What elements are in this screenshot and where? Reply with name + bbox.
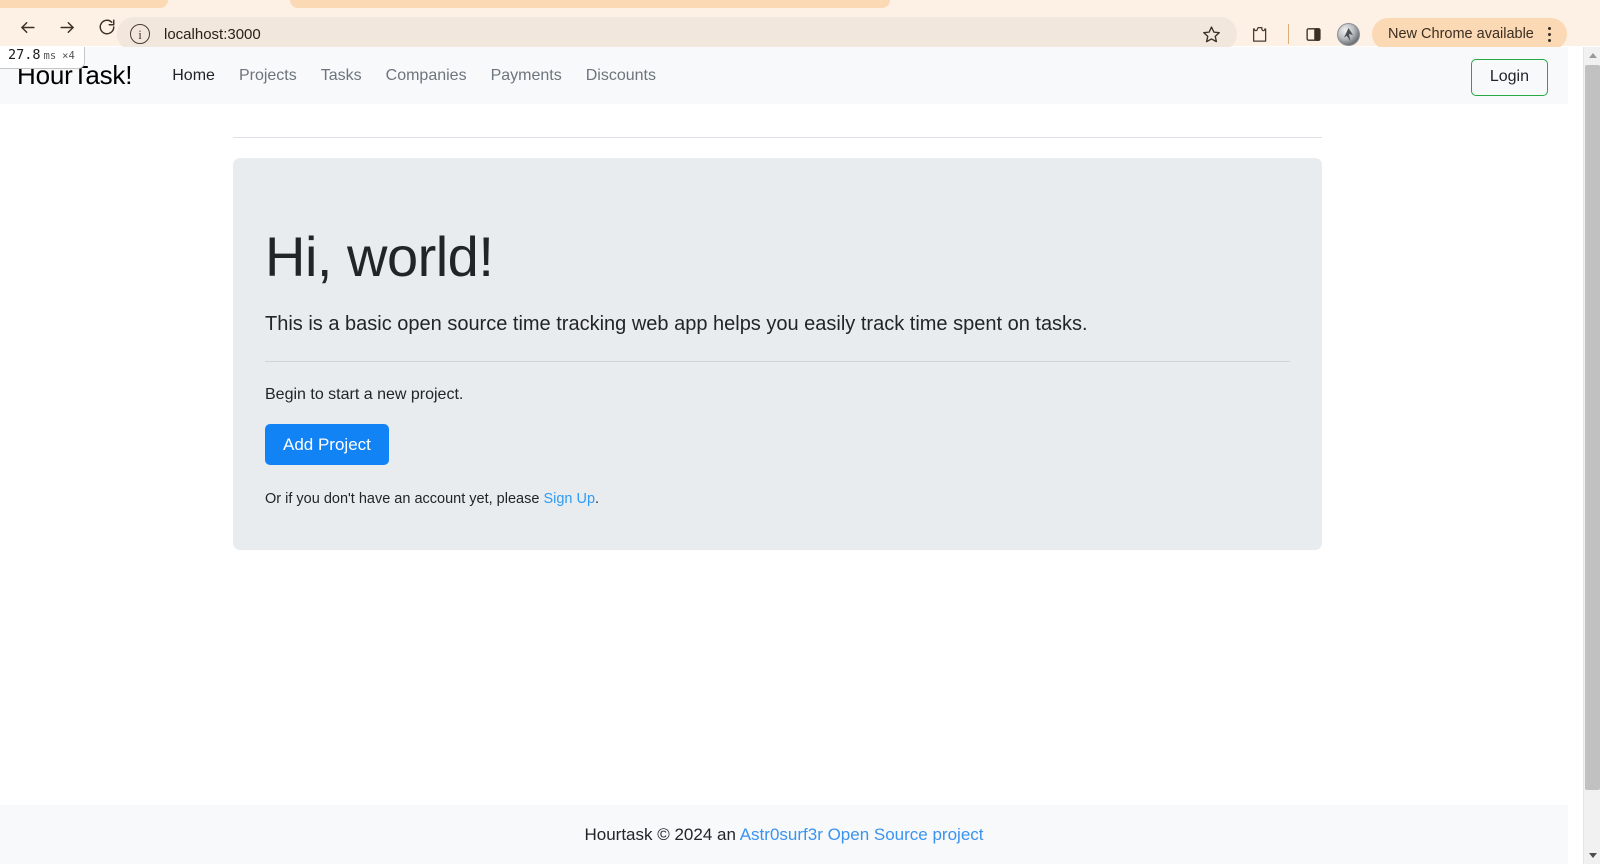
profile-avatar-icon[interactable] <box>1337 23 1360 46</box>
hero-jumbotron: Hi, world! This is a basic open source t… <box>233 158 1322 550</box>
login-button[interactable]: Login <box>1470 59 1548 96</box>
signup-prompt: Or if you don't have an account yet, ple… <box>265 491 1290 507</box>
nav-item-home[interactable]: Home <box>160 67 227 85</box>
star-icon[interactable] <box>1190 17 1232 51</box>
scroll-up-arrow-icon[interactable] <box>1584 47 1600 64</box>
site-footer: Hourtask © 2024 an Astr0surf3r Open Sour… <box>0 805 1568 864</box>
page-viewport: HourTask! Home Projects Tasks Companies … <box>0 47 1568 864</box>
address-bar[interactable]: i localhost:3000 <box>117 17 1237 51</box>
footer-project-link[interactable]: Astr0surf3r Open Source project <box>740 825 984 844</box>
scroll-down-arrow-icon[interactable] <box>1584 847 1600 864</box>
back-arrow-icon[interactable] <box>10 10 44 44</box>
signup-prefix-text: Or if you don't have an account yet, ple… <box>265 491 544 508</box>
content-top-divider <box>233 137 1322 138</box>
hero-divider <box>265 360 1290 362</box>
perf-multiplier: ×4 <box>62 50 75 62</box>
hero-begin-text: Begin to start a new project. <box>265 385 464 403</box>
sign-up-link[interactable]: Sign Up <box>543 491 595 507</box>
nav-item-discounts[interactable]: Discounts <box>574 67 668 85</box>
content-container: Hi, world! This is a basic open source t… <box>233 104 1323 550</box>
footer-prefix: Hourtask © 2024 an <box>584 824 740 844</box>
forward-arrow-icon[interactable] <box>50 10 84 44</box>
info-circle-icon[interactable]: i <box>130 24 150 44</box>
scrollbar-thumb[interactable] <box>1585 65 1600 790</box>
footer-text: Hourtask © 2024 an Astr0surf3r Open Sour… <box>584 825 983 845</box>
tab-item-active-partial[interactable] <box>290 0 890 8</box>
performance-overlay-badge: 27.8 ms ×4 <box>0 47 85 69</box>
hero-lead-text: This is a basic open source time trackin… <box>265 312 1088 335</box>
tab-strip <box>0 0 1600 8</box>
vertical-scrollbar[interactable] <box>1583 47 1600 864</box>
signup-suffix-text: . <box>595 491 600 508</box>
toolbar-divider <box>1288 24 1289 44</box>
browser-window: i localhost:3000 New Chrome available 27… <box>0 0 1600 864</box>
new-chrome-available-button[interactable]: New Chrome available <box>1372 18 1567 50</box>
browser-toolbar: i localhost:3000 New Chrome available <box>0 8 1600 51</box>
page-title: Hi, world! <box>265 225 494 288</box>
add-project-button[interactable]: Add Project <box>265 423 389 466</box>
primary-nav: Home Projects Tasks Companies Payments D… <box>160 67 668 85</box>
extensions-puzzle-icon[interactable] <box>1246 21 1274 47</box>
three-dot-menu-icon[interactable] <box>1543 26 1557 42</box>
nav-item-projects[interactable]: Projects <box>227 67 309 85</box>
nav-item-companies[interactable]: Companies <box>374 67 479 85</box>
tab-item-partial-left[interactable] <box>0 0 168 8</box>
nav-item-payments[interactable]: Payments <box>479 67 574 85</box>
address-bar-url: localhost:3000 <box>164 25 261 43</box>
perf-unit: ms <box>43 50 57 62</box>
site-navbar: HourTask! Home Projects Tasks Companies … <box>0 47 1568 104</box>
side-panel-icon[interactable] <box>1300 22 1326 46</box>
update-label: New Chrome available <box>1388 26 1534 42</box>
nav-item-tasks[interactable]: Tasks <box>309 67 374 85</box>
perf-value: 27.8 <box>8 47 41 63</box>
